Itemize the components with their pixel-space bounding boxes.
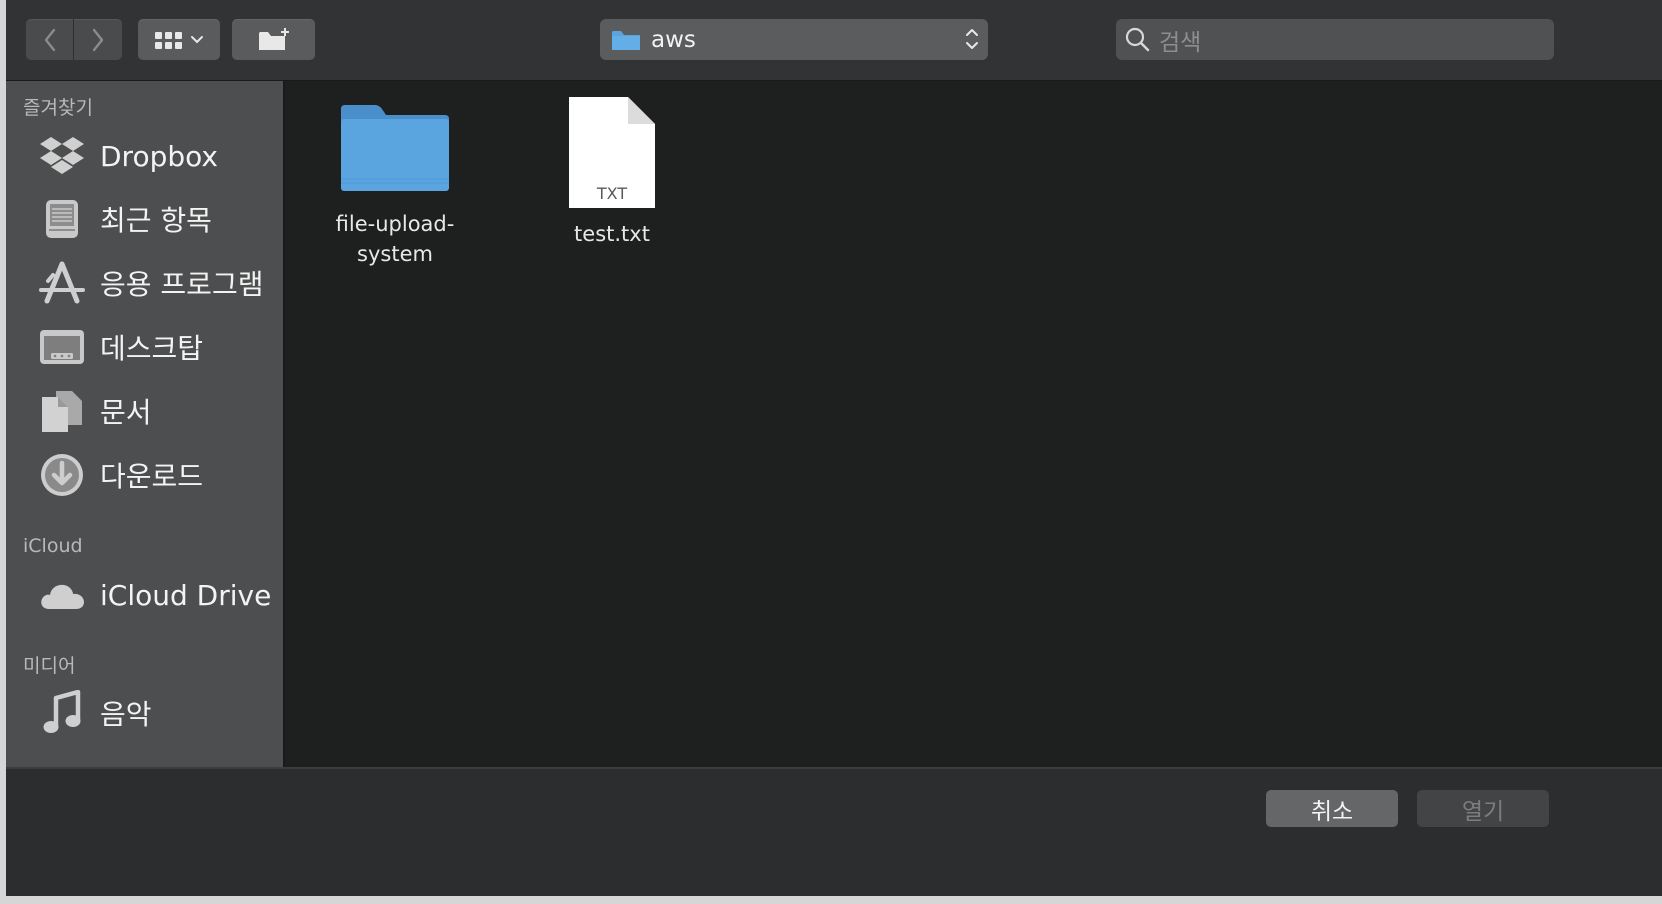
new-folder-button[interactable] [232, 19, 315, 60]
updown-chevron-icon [966, 29, 978, 49]
file-item-folder[interactable]: file-upload- system [305, 95, 485, 269]
file-type-badge: TXT [596, 184, 628, 203]
folder-icon [341, 105, 449, 191]
cancel-button[interactable]: 취소 [1266, 790, 1398, 827]
downloads-icon [38, 451, 86, 499]
chevron-left-icon [44, 28, 55, 51]
dropbox-icon [38, 132, 86, 180]
folder-icon [612, 30, 640, 50]
sidebar-item-desktop[interactable]: 데스크탑 [6, 317, 283, 377]
forward-button[interactable] [74, 19, 122, 60]
file-name-line: test.txt [574, 222, 650, 246]
search-field[interactable]: 검색 [1116, 19, 1554, 60]
sidebar-item-documents[interactable]: 문서 [6, 381, 283, 441]
back-button[interactable] [26, 19, 73, 60]
toolbar: aws 검색 [6, 0, 1662, 81]
cloud-icon [38, 571, 86, 619]
favorites-header: 즐겨찾기 [23, 97, 93, 119]
text-file-icon: TXT [568, 95, 656, 209]
applications-icon [38, 259, 86, 307]
sidebar-item-label: 문서 [100, 396, 152, 429]
sidebar-item-label: 최근 항목 [100, 204, 212, 237]
sidebar-item-recents[interactable]: 최근 항목 [6, 189, 283, 249]
file-item-text[interactable]: TXT test.txt [522, 95, 702, 249]
desktop-icon [38, 323, 86, 371]
search-placeholder: 검색 [1159, 29, 1202, 56]
search-icon [1125, 27, 1150, 51]
chevron-down-icon [191, 35, 203, 43]
file-browser: file-upload- system TXT test.txt [285, 81, 1662, 767]
sidebar-item-label: Dropbox [100, 139, 218, 173]
sidebar-item-icloud-drive[interactable]: iCloud Drive [6, 565, 283, 625]
path-popup[interactable]: aws [600, 19, 988, 60]
file-name: test.txt [574, 219, 650, 249]
sidebar-item-label: 응용 프로그램 [100, 268, 264, 301]
icloud-header: iCloud [23, 535, 83, 557]
sidebar-item-label: 음악 [100, 698, 152, 731]
file-open-dialog: aws 검색 즐겨찾기 Dropbox 최근 항목 응용 프로그램 데스크탑 문… [6, 0, 1662, 896]
icon-grid-icon [155, 31, 182, 49]
sidebar-item-dropbox[interactable]: Dropbox [6, 126, 283, 186]
open-button[interactable]: 열기 [1417, 790, 1549, 827]
sidebar-item-downloads[interactable]: 다운로드 [6, 445, 283, 505]
sidebar-item-label: iCloud Drive [100, 578, 272, 612]
documents-icon [38, 387, 86, 435]
chevron-right-icon [92, 28, 104, 51]
nav-button-group [26, 19, 122, 60]
sidebar-item-label: 다운로드 [100, 460, 204, 493]
media-header: 미디어 [23, 655, 76, 677]
view-options-button[interactable] [138, 19, 220, 60]
recents-icon [38, 195, 86, 243]
music-note-icon [38, 689, 86, 737]
sidebar-item-label: 데스크탑 [100, 332, 204, 365]
new-folder-icon [258, 27, 289, 50]
file-name: file-upload- system [336, 209, 455, 269]
path-label: aws [651, 26, 696, 53]
sidebar-item-applications[interactable]: 응용 프로그램 [6, 253, 283, 313]
file-name-line: system [357, 242, 433, 266]
file-name-line: file-upload- [335, 212, 455, 236]
dialog-footer: 취소 열기 [6, 767, 1662, 896]
sidebar-item-music[interactable]: 음악 [6, 683, 283, 743]
sidebar: 즐겨찾기 Dropbox 최근 항목 응용 프로그램 데스크탑 문서 다운로드 … [6, 81, 285, 767]
